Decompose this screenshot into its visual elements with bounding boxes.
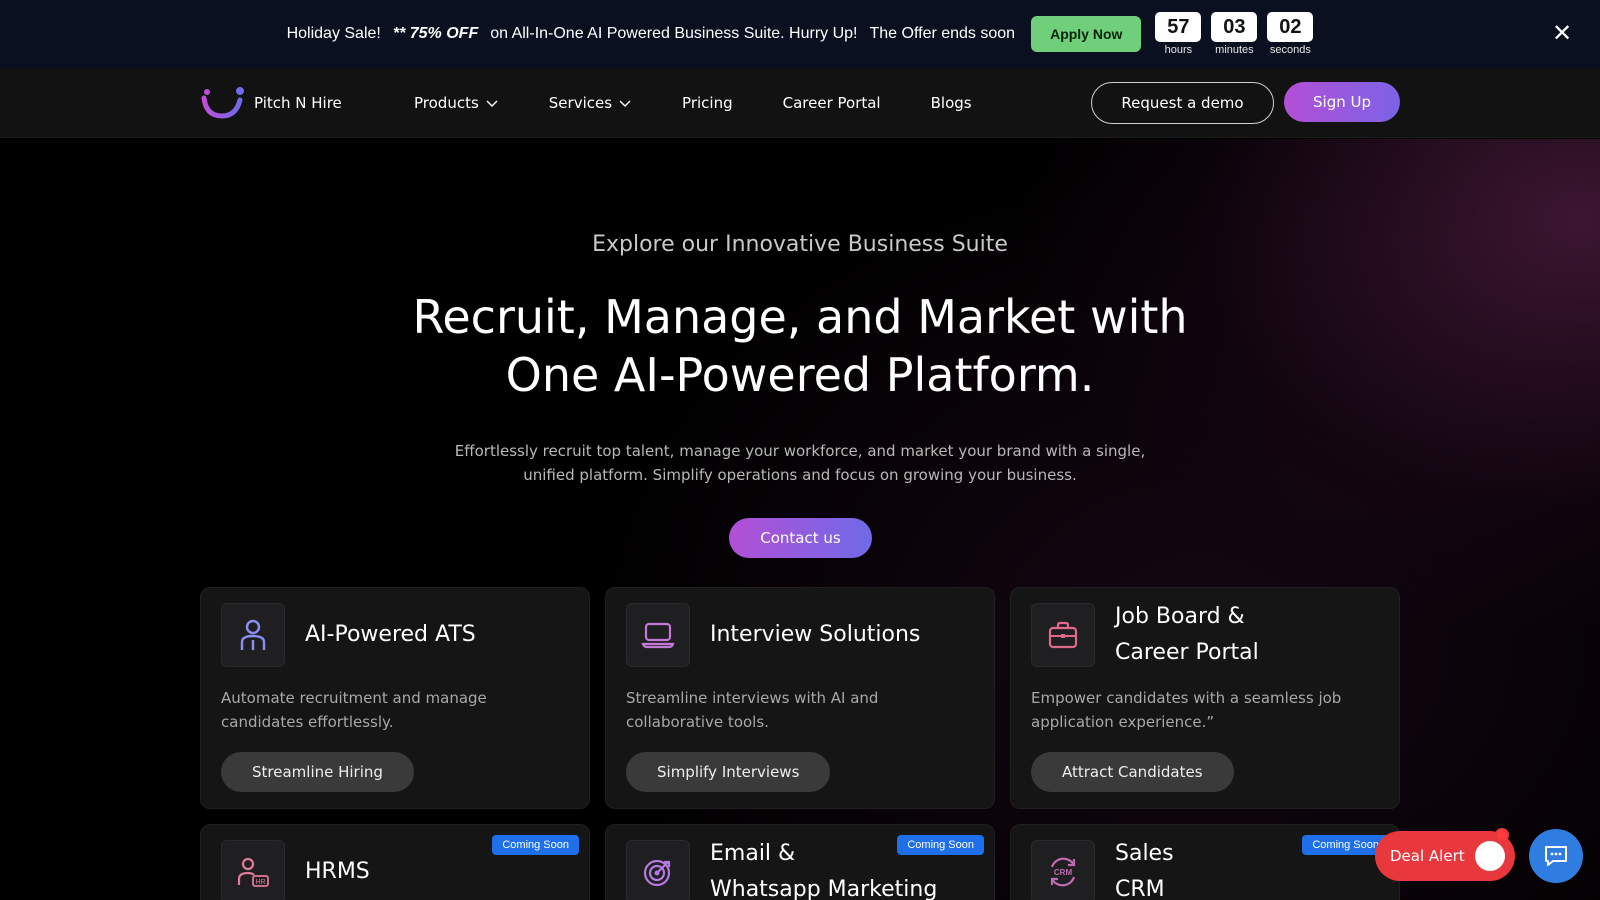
deal-alert-button[interactable]: Deal Alert xyxy=(1375,828,1515,881)
product-card-title-line2: CRM xyxy=(1115,877,1165,900)
countdown-timer: 57 hours 03 minutes 02 seconds xyxy=(1155,12,1314,56)
countdown-seconds: 02 seconds xyxy=(1267,12,1314,56)
product-card-job-board[interactable]: Job Board & Career Portal Empower candid… xyxy=(1010,587,1400,809)
nav-pricing[interactable]: Pricing xyxy=(682,94,733,112)
countdown-seconds-label: seconds xyxy=(1269,44,1311,56)
countdown-seconds-value: 02 xyxy=(1267,12,1314,42)
nav-products[interactable]: Products xyxy=(414,94,499,112)
chevron-down-icon xyxy=(486,100,498,107)
hero-description-line1: Effortlessly recruit top talent, manage … xyxy=(454,442,1146,460)
laptop-icon xyxy=(626,603,690,667)
crm-icon: CRM xyxy=(1031,840,1095,900)
promo-banner: Holiday Sale! ** 75% OFF on All-In-One A… xyxy=(0,0,1600,68)
hero-section: Explore our Innovative Business Suite Re… xyxy=(0,139,1600,900)
promo-message: Holiday Sale! ** 75% OFF on All-In-One A… xyxy=(287,25,1016,43)
hero-description: Effortlessly recruit top talent, manage … xyxy=(450,439,1150,487)
nav-blogs[interactable]: Blogs xyxy=(931,94,972,112)
user-icon xyxy=(221,603,285,667)
svg-text:CRM: CRM xyxy=(1054,868,1073,877)
nav-links: Products Services Pricing Career Portal … xyxy=(414,68,1022,138)
product-card-title: Interview Solutions xyxy=(710,622,921,647)
message-icon xyxy=(1545,846,1567,866)
nav-services-label: Services xyxy=(548,94,613,112)
product-card-interview[interactable]: Interview Solutions Streamline interview… xyxy=(605,587,995,809)
coming-soon-badge: Coming Soon xyxy=(897,835,984,855)
request-demo-button[interactable]: Request a demo xyxy=(1091,82,1274,124)
product-card-title-line2: Career Portal xyxy=(1115,640,1259,665)
main-navbar: Pitch N Hire Products Services Pricing C… xyxy=(0,68,1600,138)
hr-user-icon: HR xyxy=(221,840,285,900)
deal-alert-label: Deal Alert xyxy=(1390,847,1465,865)
chat-launcher-button[interactable] xyxy=(1529,829,1583,883)
hero-subhead: Explore our Innovative Business Suite xyxy=(592,232,1008,257)
brand-name: Pitch N Hire xyxy=(254,94,342,112)
close-icon[interactable]: ✕ xyxy=(1548,20,1576,48)
hero-headline: Recruit, Manage, and Market with One AI-… xyxy=(300,288,1300,404)
briefcase-icon xyxy=(1031,603,1095,667)
countdown-hours-value: 57 xyxy=(1155,12,1202,42)
contact-us-button[interactable]: Contact us xyxy=(729,518,872,558)
product-card-description: Streamline interviews with AI and collab… xyxy=(626,689,879,731)
countdown-minutes-value: 03 xyxy=(1211,12,1258,42)
countdown-hours: 57 hours xyxy=(1155,12,1202,56)
chat-bubble-icon xyxy=(1475,841,1505,871)
sign-up-button[interactable]: Sign Up xyxy=(1284,82,1400,122)
simplify-interviews-button[interactable]: Simplify Interviews xyxy=(626,752,831,792)
hero-headline-line1: Recruit, Manage, and Market with xyxy=(412,290,1188,344)
product-card-description: Automate recruitment and manage candidat… xyxy=(221,689,487,731)
promo-ends-text: The Offer ends soon xyxy=(869,25,1016,42)
product-card-title: AI-Powered ATS xyxy=(305,622,476,647)
promo-offer-text: on All-In-One AI Powered Business Suite.… xyxy=(490,25,858,42)
notification-dot xyxy=(1495,828,1509,842)
nav-services[interactable]: Services xyxy=(549,94,632,112)
product-card-marketing[interactable]: Email & Whatsapp Marketing Coming Soon xyxy=(605,824,995,900)
countdown-minutes: 03 minutes xyxy=(1211,12,1258,56)
countdown-minutes-label: minutes xyxy=(1215,44,1254,56)
attract-candidates-button[interactable]: Attract Candidates xyxy=(1031,752,1234,792)
product-card-title: Job Board & Career Portal xyxy=(1115,603,1375,667)
nav-career-portal[interactable]: Career Portal xyxy=(783,94,881,112)
smile-logo-icon xyxy=(201,87,244,119)
countdown-hours-label: hours xyxy=(1164,44,1193,56)
product-card-ats[interactable]: AI-Powered ATS Automate recruitment and … xyxy=(200,587,590,809)
coming-soon-badge: Coming Soon xyxy=(492,835,579,855)
product-card-title-line1: Job Board & xyxy=(1115,604,1245,629)
hero-headline-line2: One AI-Powered Platform. xyxy=(505,348,1095,402)
target-icon xyxy=(626,840,690,900)
product-card-hrms[interactable]: HR HRMS Coming Soon xyxy=(200,824,590,900)
promo-sale-label: Holiday Sale! xyxy=(286,25,381,42)
product-card-title-line1: Sales xyxy=(1115,841,1174,866)
product-card-crm[interactable]: CRM Sales CRM Coming Soon xyxy=(1010,824,1400,900)
product-card-title-line2: Whatsapp Marketing xyxy=(710,877,938,900)
apply-now-button[interactable]: Apply Now xyxy=(1031,16,1142,52)
brand-logo[interactable]: Pitch N Hire xyxy=(200,86,342,120)
svg-text:HR: HR xyxy=(255,879,265,886)
chevron-down-icon xyxy=(619,100,631,107)
promo-discount: ** 75% OFF xyxy=(392,25,479,42)
product-card-description: Empower candidates with a seamless job a… xyxy=(1031,689,1342,731)
nav-products-label: Products xyxy=(414,94,479,112)
hero-description-line2: unified platform. Simplify operations an… xyxy=(523,466,1077,484)
streamline-hiring-button[interactable]: Streamline Hiring xyxy=(221,752,414,792)
